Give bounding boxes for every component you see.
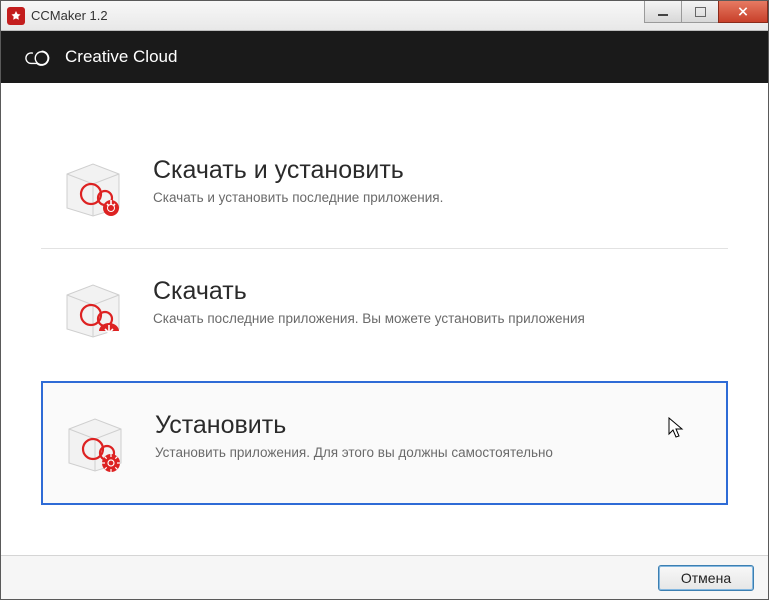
footer: Отмена <box>1 555 768 599</box>
window-controls <box>645 1 768 23</box>
option-title: Установить <box>155 411 706 440</box>
option-download[interactable]: Скачать Скачать последние приложения. Вы… <box>41 248 728 369</box>
app-icon <box>7 7 25 25</box>
creative-cloud-icon <box>23 43 51 71</box>
box-download-icon <box>61 281 125 339</box>
option-desc: Установить приложения. Для этого вы долж… <box>155 444 706 463</box>
box-download-install-icon <box>61 160 125 218</box>
option-download-install[interactable]: Скачать и установить Скачать и установит… <box>41 128 728 248</box>
option-install[interactable]: Установить Установить приложения. Для эт… <box>41 381 728 505</box>
box-install-icon <box>63 415 127 473</box>
close-button[interactable] <box>718 1 768 23</box>
titlebar: CCMaker 1.2 <box>1 1 768 31</box>
option-title: Скачать <box>153 277 708 306</box>
brand-label: Creative Cloud <box>65 47 177 67</box>
option-text: Скачать и установить Скачать и установит… <box>153 156 708 208</box>
app-window: CCMaker 1.2 Creative Cloud <box>0 0 769 600</box>
window-title: CCMaker 1.2 <box>31 8 108 23</box>
options-list: Скачать и установить Скачать и установит… <box>1 83 768 555</box>
cancel-button[interactable]: Отмена <box>658 565 754 591</box>
option-text: Скачать Скачать последние приложения. Вы… <box>153 277 708 329</box>
option-desc: Скачать и установить последние приложени… <box>153 189 708 208</box>
option-desc: Скачать последние приложения. Вы можете … <box>153 310 708 329</box>
brand-header: Creative Cloud <box>1 31 768 83</box>
minimize-button[interactable] <box>644 1 682 23</box>
option-title: Скачать и установить <box>153 156 708 185</box>
option-text: Установить Установить приложения. Для эт… <box>155 411 706 463</box>
maximize-button[interactable] <box>681 1 719 23</box>
